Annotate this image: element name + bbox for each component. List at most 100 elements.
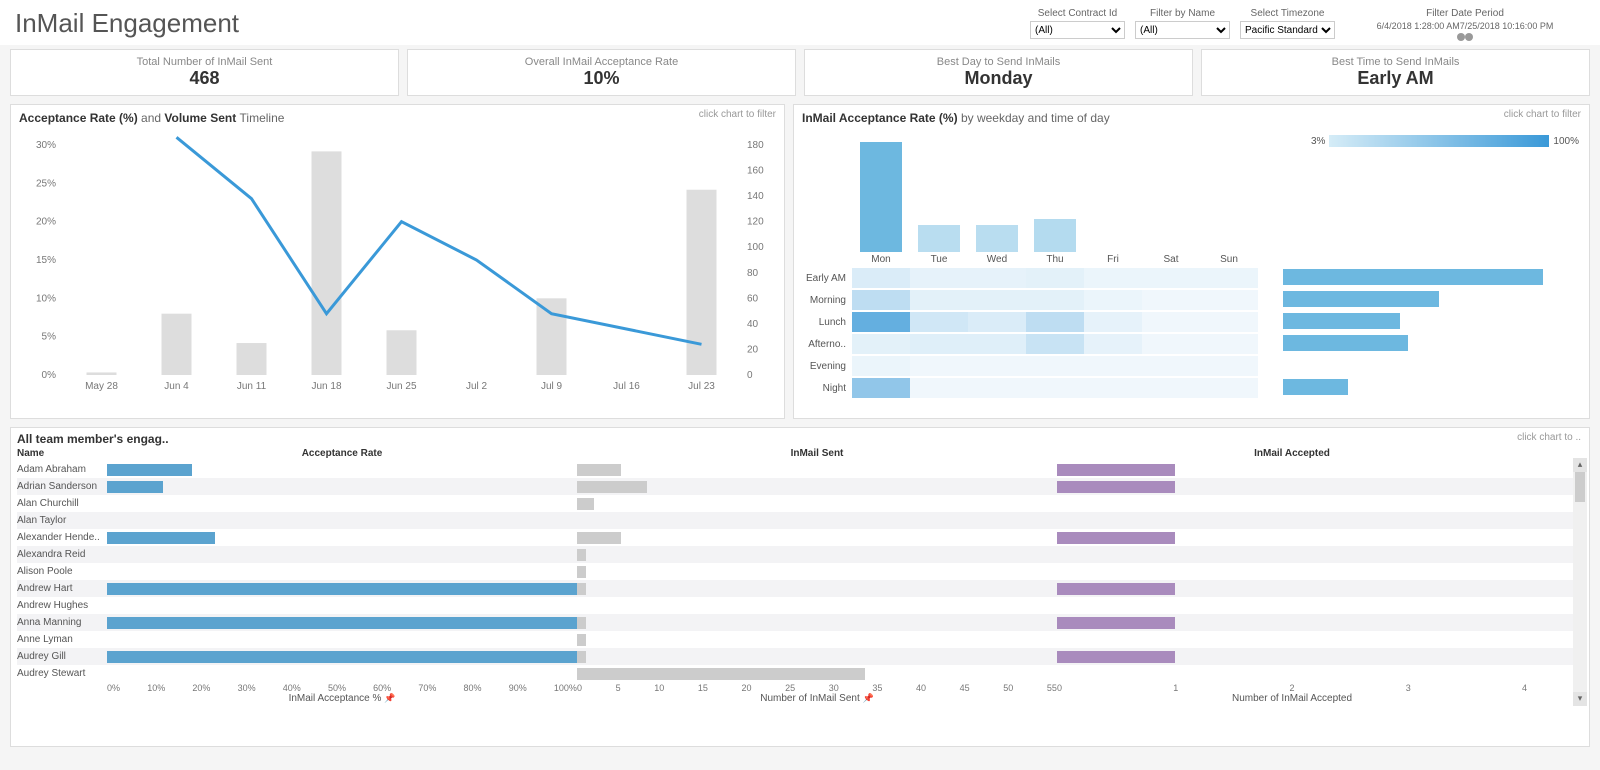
sent-bar[interactable]	[577, 498, 594, 510]
heat-cell[interactable]	[1142, 378, 1200, 398]
scroll-down-icon[interactable]: ▾	[1573, 692, 1587, 706]
heat-cell[interactable]	[1142, 312, 1200, 332]
heat-cell[interactable]	[1084, 356, 1142, 376]
heat-cell[interactable]	[910, 334, 968, 354]
heat-cell[interactable]	[1142, 290, 1200, 310]
heat-cell[interactable]	[968, 268, 1026, 288]
team-rows[interactable]: Adam AbrahamAdrian SandersonAlan Churchi…	[17, 461, 1583, 681]
scroll-thumb[interactable]	[1575, 472, 1585, 502]
acc-bar[interactable]	[107, 617, 577, 629]
heat-cell[interactable]	[1200, 356, 1258, 376]
acc-bar[interactable]	[107, 532, 215, 544]
heat-cell[interactable]	[1142, 356, 1200, 376]
acc-bar[interactable]	[107, 583, 577, 595]
heat-cell[interactable]	[852, 378, 910, 398]
heat-cell[interactable]	[852, 312, 910, 332]
accn-bar[interactable]	[1057, 583, 1175, 595]
heat-cell[interactable]	[968, 356, 1026, 376]
sent-bar[interactable]	[577, 634, 586, 646]
timeline-chart[interactable]: 0%5%10%15%20%25%30%020406080100120140160…	[19, 125, 779, 405]
heat-cell[interactable]	[1084, 378, 1142, 398]
table-row[interactable]: Andrew Hart	[17, 580, 1583, 597]
heat-cell[interactable]	[1084, 268, 1142, 288]
heat-cell[interactable]	[910, 312, 968, 332]
table-row[interactable]: Audrey Gill	[17, 648, 1583, 665]
heat-cell[interactable]	[1084, 290, 1142, 310]
accn-bar[interactable]	[1057, 617, 1175, 629]
heat-cell[interactable]	[1200, 268, 1258, 288]
weekday-bar[interactable]	[918, 225, 960, 253]
sent-bar[interactable]	[577, 549, 586, 561]
heatmap-panel[interactable]: InMail Acceptance Rate (%) by weekday an…	[793, 104, 1590, 419]
heat-cell[interactable]	[852, 290, 910, 310]
sent-bar[interactable]	[577, 566, 586, 578]
table-row[interactable]: Adrian Sanderson	[17, 478, 1583, 495]
heat-cell[interactable]	[1084, 312, 1142, 332]
filter-contract-select[interactable]: (All)	[1030, 21, 1125, 39]
scroll-up-icon[interactable]: ▴	[1573, 458, 1587, 472]
table-row[interactable]: Alexander Hende..	[17, 529, 1583, 546]
acc-bar[interactable]	[107, 651, 577, 663]
heat-cell[interactable]	[910, 290, 968, 310]
team-panel[interactable]: All team member's engag.. click chart to…	[10, 427, 1590, 747]
heat-cell[interactable]	[1026, 378, 1084, 398]
weekday-bar[interactable]	[1034, 219, 1076, 252]
heat-cell[interactable]	[910, 378, 968, 398]
heat-cell[interactable]	[852, 268, 910, 288]
table-row[interactable]: Anne Lyman	[17, 631, 1583, 648]
sent-bar[interactable]	[577, 651, 586, 663]
heat-cell[interactable]	[1200, 312, 1258, 332]
acc-bar[interactable]	[107, 481, 163, 493]
accn-bar[interactable]	[1057, 481, 1175, 493]
table-row[interactable]: Adam Abraham	[17, 461, 1583, 478]
heat-cell[interactable]	[1084, 334, 1142, 354]
table-row[interactable]: Alan Taylor	[17, 512, 1583, 529]
tod-bar[interactable]	[1283, 379, 1348, 395]
timeline-panel[interactable]: Acceptance Rate (%) and Volume Sent Time…	[10, 104, 785, 419]
table-row[interactable]: Audrey Stewart	[17, 665, 1583, 681]
scrollbar[interactable]: ▴ ▾	[1573, 458, 1587, 706]
tod-bar[interactable]	[1283, 291, 1439, 307]
heat-cell[interactable]	[1026, 312, 1084, 332]
table-row[interactable]: Alexandra Reid	[17, 546, 1583, 563]
heat-cell[interactable]	[852, 356, 910, 376]
tod-bar[interactable]	[1283, 335, 1408, 351]
filter-timezone-select[interactable]: Pacific Standard Ti..	[1240, 21, 1335, 39]
table-row[interactable]: Andrew Hughes	[17, 597, 1583, 614]
accn-bar[interactable]	[1057, 464, 1175, 476]
heatmap-area[interactable]: MonTueWedThuFriSatSunEarly AMMorningLunc…	[802, 137, 1581, 399]
sent-bar[interactable]	[577, 481, 647, 493]
table-row[interactable]: Alison Poole	[17, 563, 1583, 580]
heat-cell[interactable]	[852, 334, 910, 354]
weekday-bar[interactable]	[860, 142, 902, 252]
table-row[interactable]: Anna Manning	[17, 614, 1583, 631]
sent-bar[interactable]	[577, 617, 586, 629]
sent-bar[interactable]	[577, 532, 621, 544]
weekday-bar[interactable]	[976, 225, 1018, 253]
accn-bar[interactable]	[1057, 532, 1175, 544]
table-row[interactable]: Alan Churchill	[17, 495, 1583, 512]
heat-cell[interactable]	[1026, 356, 1084, 376]
filter-name-select[interactable]: (All)	[1135, 21, 1230, 39]
accn-bar[interactable]	[1057, 651, 1175, 663]
heat-cell[interactable]	[1026, 268, 1084, 288]
heat-cell[interactable]	[968, 312, 1026, 332]
heat-cell[interactable]	[910, 356, 968, 376]
tod-bar[interactable]	[1283, 269, 1543, 285]
heat-cell[interactable]	[1200, 290, 1258, 310]
heat-cell[interactable]	[1026, 290, 1084, 310]
heat-cell[interactable]	[968, 290, 1026, 310]
heat-cell[interactable]	[968, 378, 1026, 398]
sent-bar[interactable]	[577, 464, 621, 476]
heat-cell[interactable]	[1142, 268, 1200, 288]
heat-cell[interactable]	[1200, 378, 1258, 398]
heat-cell[interactable]	[968, 334, 1026, 354]
heat-cell[interactable]	[910, 268, 968, 288]
acc-bar[interactable]	[107, 464, 192, 476]
sent-bar[interactable]	[577, 583, 586, 595]
heat-cell[interactable]	[1026, 334, 1084, 354]
sent-bar[interactable]	[577, 668, 865, 680]
heat-cell[interactable]	[1200, 334, 1258, 354]
heat-cell[interactable]	[1142, 334, 1200, 354]
tod-bar[interactable]	[1283, 313, 1400, 329]
